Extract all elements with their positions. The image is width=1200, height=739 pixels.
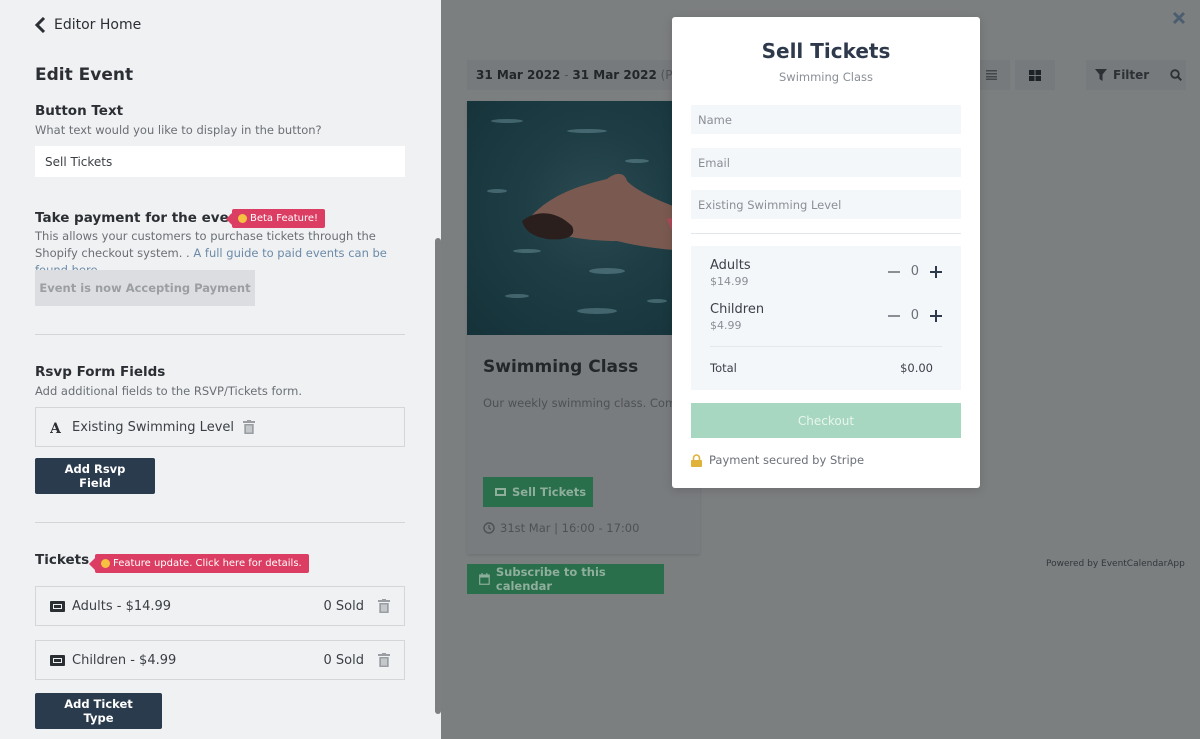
ticket-option-row: Adults $14.99 0 [710,258,942,292]
filter-icon [1095,69,1107,81]
ticket-label: Adults - $14.99 [72,598,172,614]
clock-icon [483,522,495,534]
sell-tickets-modal: Sell Tickets Swimming Class Adults $14.9… [672,17,980,488]
page-title: Edit Event [35,65,134,85]
ticket-option-name: Adults [710,258,751,273]
payment-heading: Take payment for the event [35,210,245,226]
rsvp-field-row[interactable]: A Existing Swimming Level [35,407,405,447]
filter-button[interactable]: Filter [1086,60,1186,90]
minus-icon[interactable] [887,314,900,317]
filter-label: Filter [1113,68,1150,82]
ticket-row[interactable]: Adults - $14.99 0 Sold [35,586,405,626]
grid-view-button[interactable] [1015,60,1055,90]
ticket-sold-count: 0 Sold [323,652,364,668]
chevron-left-icon [35,17,46,33]
emoji-icon [101,559,110,568]
editor-home-link[interactable]: Editor Home [35,17,141,33]
add-rsvp-field-button[interactable]: Add Rsvp Field [35,458,155,494]
ticket-row[interactable]: Children - $4.99 0 Sold [35,640,405,680]
ticket-option-price: $14.99 [710,275,749,288]
ticket-option-price: $4.99 [710,319,742,332]
sell-tickets-label: Sell Tickets [512,485,587,499]
svg-text:A: A [50,421,62,434]
total-label: Total [710,361,737,375]
minus-icon[interactable] [887,270,900,273]
swimming-level-input[interactable] [691,190,961,219]
rsvp-field-label: Existing Swimming Level [72,419,234,435]
plus-icon[interactable] [930,265,942,278]
button-text-heading: Button Text [35,103,124,119]
emoji-icon [238,214,247,223]
text-field-icon: A [50,421,66,434]
ticket-sold-count: 0 Sold [323,598,364,614]
editor-home-label: Editor Home [54,17,142,33]
divider [691,233,961,234]
range-end: 31 Mar 2022 [572,68,657,82]
name-input[interactable] [691,105,961,134]
payment-secured-text: Payment secured by Stripe [709,453,865,467]
subscribe-label: Subscribe to this calendar [495,565,606,593]
quantity-stepper: 0 [887,264,942,279]
date-range-bar: 31 Mar 2022 - 31 Mar 2022 (Page 1 of 1) [467,60,697,90]
quantity-stepper: 0 [887,308,942,323]
event-description: Our weekly swimming class. Come down for… [483,396,693,410]
ticket-icon [50,600,66,612]
button-text-input[interactable] [35,146,405,177]
event-time: 31st Mar | 16:00 - 17:00 [483,521,639,535]
event-time-text: 31st Mar | 16:00 - 17:00 [500,521,640,535]
powered-by-text: Powered by EventCalendarApp [1046,559,1185,569]
sell-tickets-button[interactable]: Sell Tickets [483,477,593,507]
tickets-heading: Tickets [35,552,90,568]
divider [35,334,405,335]
calendar-icon [479,573,490,585]
button-text-description: What text would you like to display in t… [35,123,322,137]
rsvp-description: Add additional fields to the RSVP/Ticket… [35,384,302,398]
ticket-icon [50,654,66,666]
list-icon [985,70,997,80]
plus-icon[interactable] [930,309,942,322]
ticket-icon [495,488,506,496]
grid-icon [1029,69,1041,81]
quantity-value: 0 [910,264,919,279]
trash-icon[interactable] [378,653,390,667]
editor-panel: Editor Home Edit Event Button Text What … [0,0,441,739]
quantity-value: 0 [910,308,919,323]
trash-icon[interactable] [243,420,255,434]
search-icon[interactable] [1170,69,1183,81]
ticket-selector: Adults $14.99 0 Children $4.99 0 Total $… [691,246,961,390]
subscribe-calendar-button[interactable]: Subscribe to this calendar [467,564,664,594]
payment-secured-note: Payment secured by Stripe [691,453,864,467]
checkout-button[interactable]: Checkout [691,403,961,438]
ticket-option-row: Children $4.99 0 [710,302,942,336]
range-start: 31 Mar 2022 [476,68,561,82]
ticket-label: Children - $4.99 [72,652,177,668]
email-input[interactable] [691,148,961,177]
lock-icon [691,453,702,467]
event-title: Swimming Class [483,357,639,377]
divider [35,522,405,523]
beta-feature-label: Beta Feature! [250,213,319,224]
modal-subtitle: Swimming Class [779,70,873,84]
close-icon[interactable] [1171,10,1187,26]
event-image [467,101,700,335]
ticket-option-name: Children [710,302,765,317]
rsvp-heading: Rsvp Form Fields [35,364,166,380]
modal-title: Sell Tickets [761,39,891,63]
beta-feature-badge[interactable]: Beta Feature! [225,209,326,228]
feature-update-label: Feature update. Click here for details. [113,558,302,569]
divider [710,346,942,347]
event-card[interactable]: Swimming Class Our weekly swimming class… [467,101,700,554]
range-separator: - [560,68,573,82]
total-value: $0.00 [900,361,933,375]
trash-icon[interactable] [378,599,390,613]
feature-update-badge[interactable]: Feature update. Click here for details. [89,554,309,573]
accepting-payment-button[interactable]: Event is now Accepting Payment [35,270,255,306]
add-ticket-type-button[interactable]: Add Ticket Type [35,693,162,729]
